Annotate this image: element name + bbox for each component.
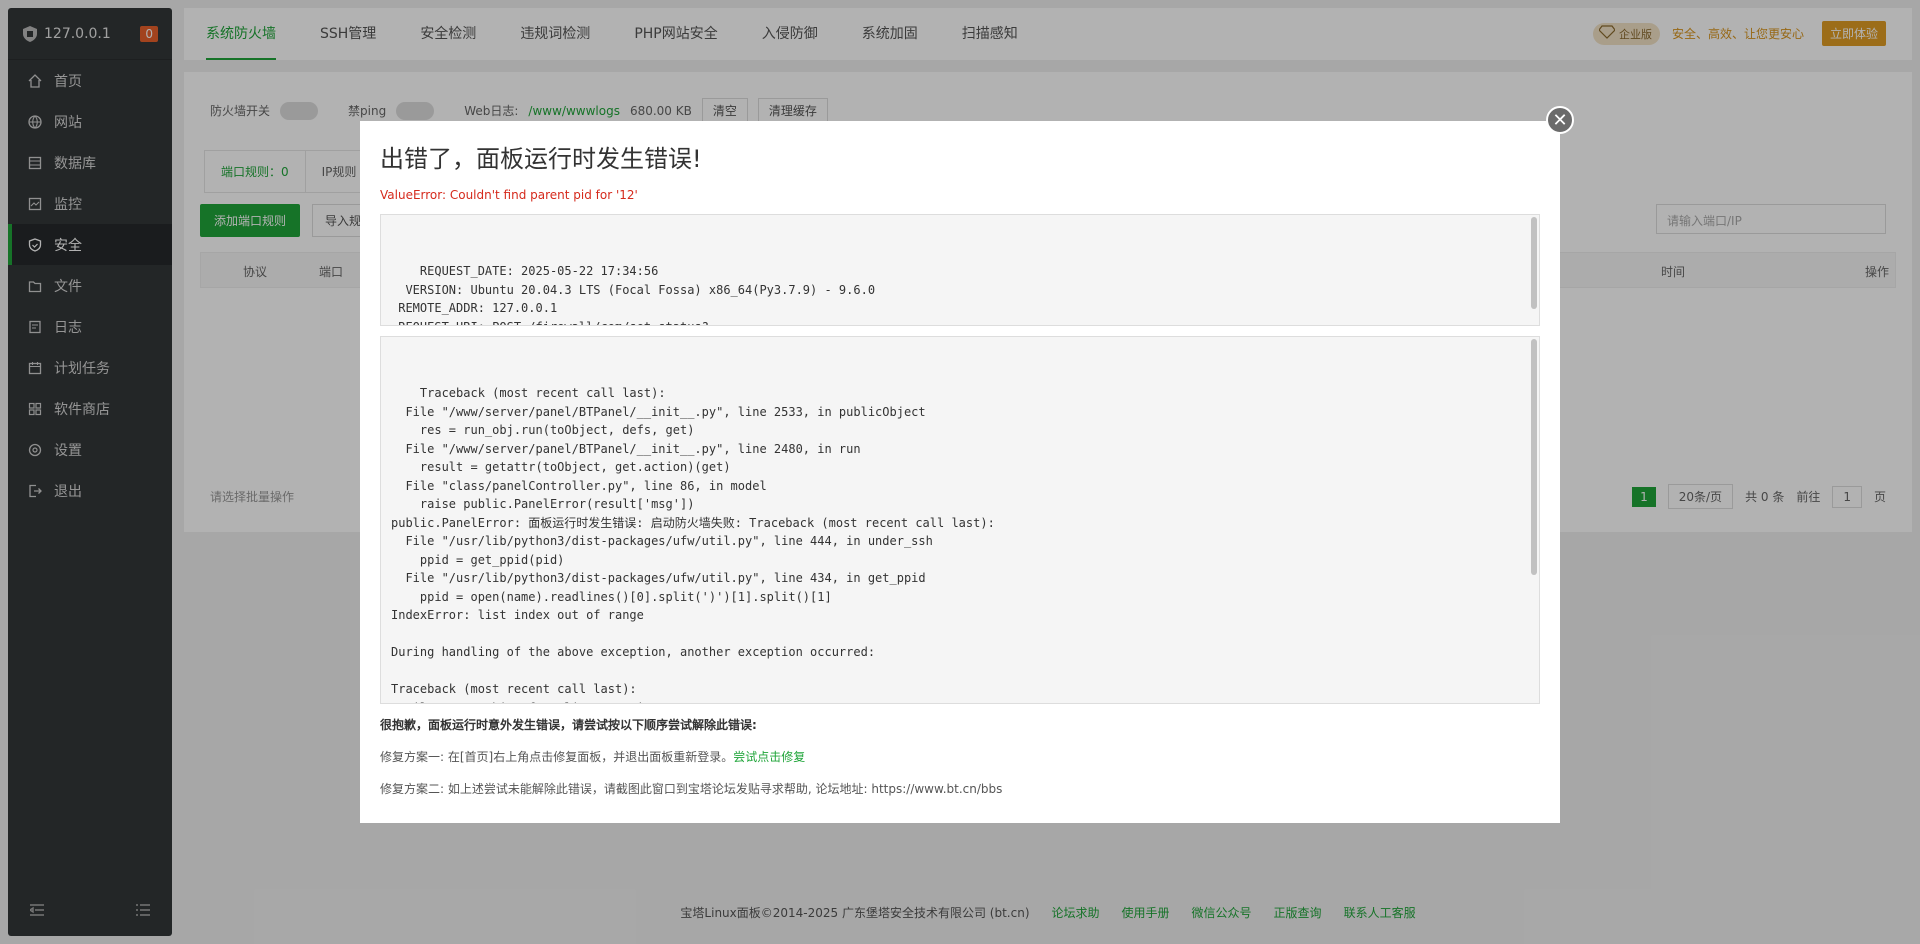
error-message: ValueError: Couldn't find parent pid for…: [380, 188, 638, 202]
fix-option-two: 修复方案二: 如上述尝试未能解除此错误，请截图此窗口到宝塔论坛发贴寻求帮助, 论…: [380, 782, 1003, 796]
request-info-scrollbar[interactable]: [1531, 217, 1537, 309]
try-repair-link[interactable]: 尝试点击修复: [733, 750, 805, 764]
traceback-box[interactable]: Traceback (most recent call last): File …: [380, 336, 1540, 704]
close-icon: ✕: [1552, 109, 1568, 131]
dialog-title: 出错了，面板运行时发生错误!: [380, 145, 702, 173]
traceback-text: Traceback (most recent call last): File …: [391, 386, 995, 703]
error-dialog: 出错了，面板运行时发生错误! ValueError: Couldn't find…: [360, 121, 1560, 823]
request-info-text: REQUEST_DATE: 2025-05-22 17:34:56 VERSIO…: [398, 264, 876, 325]
apology-text: 很抱歉，面板运行时意外发生错误，请尝试按以下顺序尝试解除此错误:: [380, 718, 757, 732]
fix-option-one: 修复方案一: 在[首页]右上角点击修复面板，并退出面板重新登录。尝试点击修复: [380, 750, 806, 764]
request-info-box[interactable]: REQUEST_DATE: 2025-05-22 17:34:56 VERSIO…: [380, 214, 1540, 326]
traceback-scrollbar[interactable]: [1531, 339, 1537, 575]
close-dialog-button[interactable]: ✕: [1546, 106, 1574, 134]
